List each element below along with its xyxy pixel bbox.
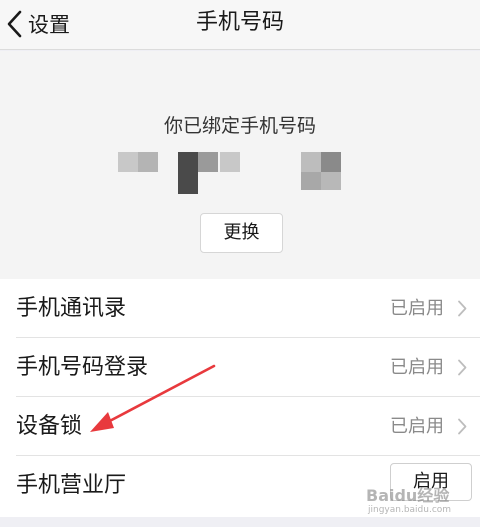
mask-block	[301, 172, 321, 190]
settings-row-phone-login[interactable]: 手机号码登录 已启用	[0, 338, 480, 397]
row-label: 设备锁	[16, 414, 83, 439]
navigation-bar: 设置 手机号码	[0, 0, 480, 50]
bottom-strip	[0, 517, 480, 527]
page-title: 手机号码	[195, 10, 284, 35]
settings-row-contacts[interactable]: 手机通讯录 已启用	[0, 279, 480, 338]
phone-number-panel: 你已绑定手机号码 更换	[0, 51, 480, 279]
row-status: 已启用	[390, 357, 444, 378]
mask-block	[220, 152, 240, 172]
chevron-right-icon	[458, 359, 467, 376]
enable-button[interactable]: 启用	[390, 463, 472, 501]
settings-row-device-lock[interactable]: 设备锁 已启用	[0, 397, 480, 456]
mask-block	[321, 152, 341, 172]
row-label: 手机营业厅	[16, 473, 127, 498]
mask-block	[118, 152, 138, 172]
bound-phone-label: 你已绑定手机号码	[163, 115, 316, 137]
row-status: 已启用	[390, 298, 444, 319]
mask-block	[138, 152, 158, 172]
mask-block	[321, 172, 341, 190]
row-label: 手机号码登录	[16, 355, 149, 380]
settings-list: 手机通讯录 已启用 手机号码登录 已启用 设备锁 已启用 手机营业厅 启用	[0, 279, 480, 517]
change-phone-button[interactable]: 更换	[200, 213, 283, 253]
settings-row-mobile-hall[interactable]: 手机营业厅 启用	[0, 456, 480, 515]
mask-block	[198, 152, 218, 172]
row-status: 已启用	[390, 416, 444, 437]
mask-block	[178, 152, 198, 194]
chevron-right-icon	[458, 418, 467, 435]
row-label: 手机通讯录	[16, 296, 127, 321]
chevron-right-icon	[458, 300, 467, 317]
mask-block	[301, 152, 321, 172]
